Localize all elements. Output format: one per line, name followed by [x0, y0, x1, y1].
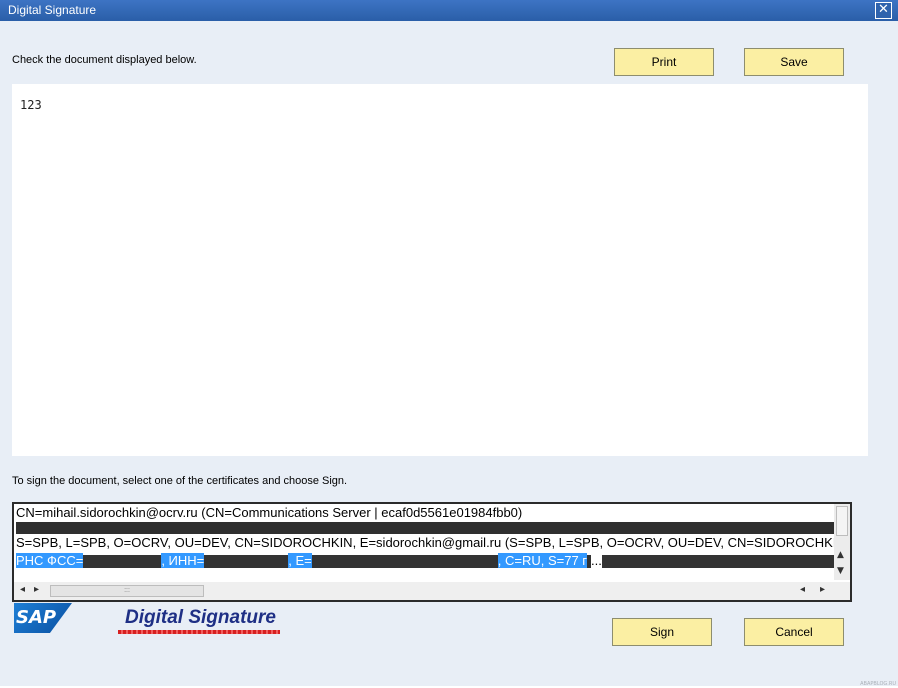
sign-instruction-label: To sign the document, select one of the …	[12, 475, 348, 487]
certificate-item-selected[interactable]: РНС ФСС= , ИНН= , E= , C=RU, S=77 г...	[16, 552, 836, 570]
horizontal-scrollbar[interactable]: ◂ ▸ ::: ◂ ▸	[14, 582, 850, 600]
scroll-down-arrow-icon[interactable]: ▼	[837, 566, 844, 576]
scroll-thumb[interactable]	[836, 506, 848, 536]
brand-underline	[118, 630, 280, 634]
sap-logo: SAP	[14, 603, 72, 633]
print-button[interactable]: Print	[614, 48, 714, 76]
cancel-button[interactable]: Cancel	[744, 618, 844, 646]
window-title: Digital Signature	[8, 3, 97, 17]
document-preview[interactable]: 123	[12, 84, 868, 456]
window-title-bar: Digital Signature ✕	[0, 0, 898, 21]
certificate-item[interactable]: S=SPB, L=SPB, O=OCRV, OU=DEV, CN=SIDOROC…	[16, 534, 836, 552]
redaction-mask	[601, 555, 836, 569]
document-content: 123	[20, 98, 42, 112]
cert-field-rns: РНС ФСС=	[16, 553, 84, 568]
scroll-up-arrow-icon[interactable]: ▲	[837, 550, 844, 560]
scroll-right-arrow-icon[interactable]: ▸	[820, 584, 825, 595]
dialog-body: Check the document displayed below. Prin…	[0, 21, 898, 686]
vertical-scrollbar[interactable]: ▲ ▼	[834, 504, 850, 580]
redaction-mask	[204, 555, 289, 569]
cert-field-country: , C=RU, S=77 г	[497, 553, 588, 568]
digital-signature-brand: Digital Signature	[125, 607, 276, 628]
scroll-left-arrow-icon[interactable]: ▸	[34, 584, 39, 595]
redacted-certificate-item[interactable]	[16, 522, 836, 534]
check-document-label: Check the document displayed below.	[12, 54, 197, 66]
certificate-item[interactable]: CN=mihail.sidorochkin@ocrv.ru (CN=Commun…	[16, 504, 836, 522]
cert-field-ellipsis: ...	[591, 553, 602, 568]
redaction-mask	[311, 555, 498, 569]
redaction-mask	[83, 555, 162, 569]
save-button[interactable]: Save	[744, 48, 844, 76]
scroll-first-arrow-icon[interactable]: ◂	[20, 584, 25, 595]
close-icon[interactable]: ✕	[875, 2, 892, 19]
sign-button[interactable]: Sign	[612, 618, 712, 646]
watermark: ABAPBLOG.RU	[860, 681, 896, 687]
scroll-prev-arrow-icon[interactable]: ◂	[800, 584, 805, 595]
certificate-list[interactable]: CN=mihail.sidorochkin@ocrv.ru (CN=Commun…	[12, 502, 852, 602]
cert-field-inn: , ИНН=	[161, 553, 205, 568]
cert-field-email: , E=	[288, 553, 312, 568]
horizontal-scroll-thumb[interactable]: :::	[50, 585, 204, 597]
